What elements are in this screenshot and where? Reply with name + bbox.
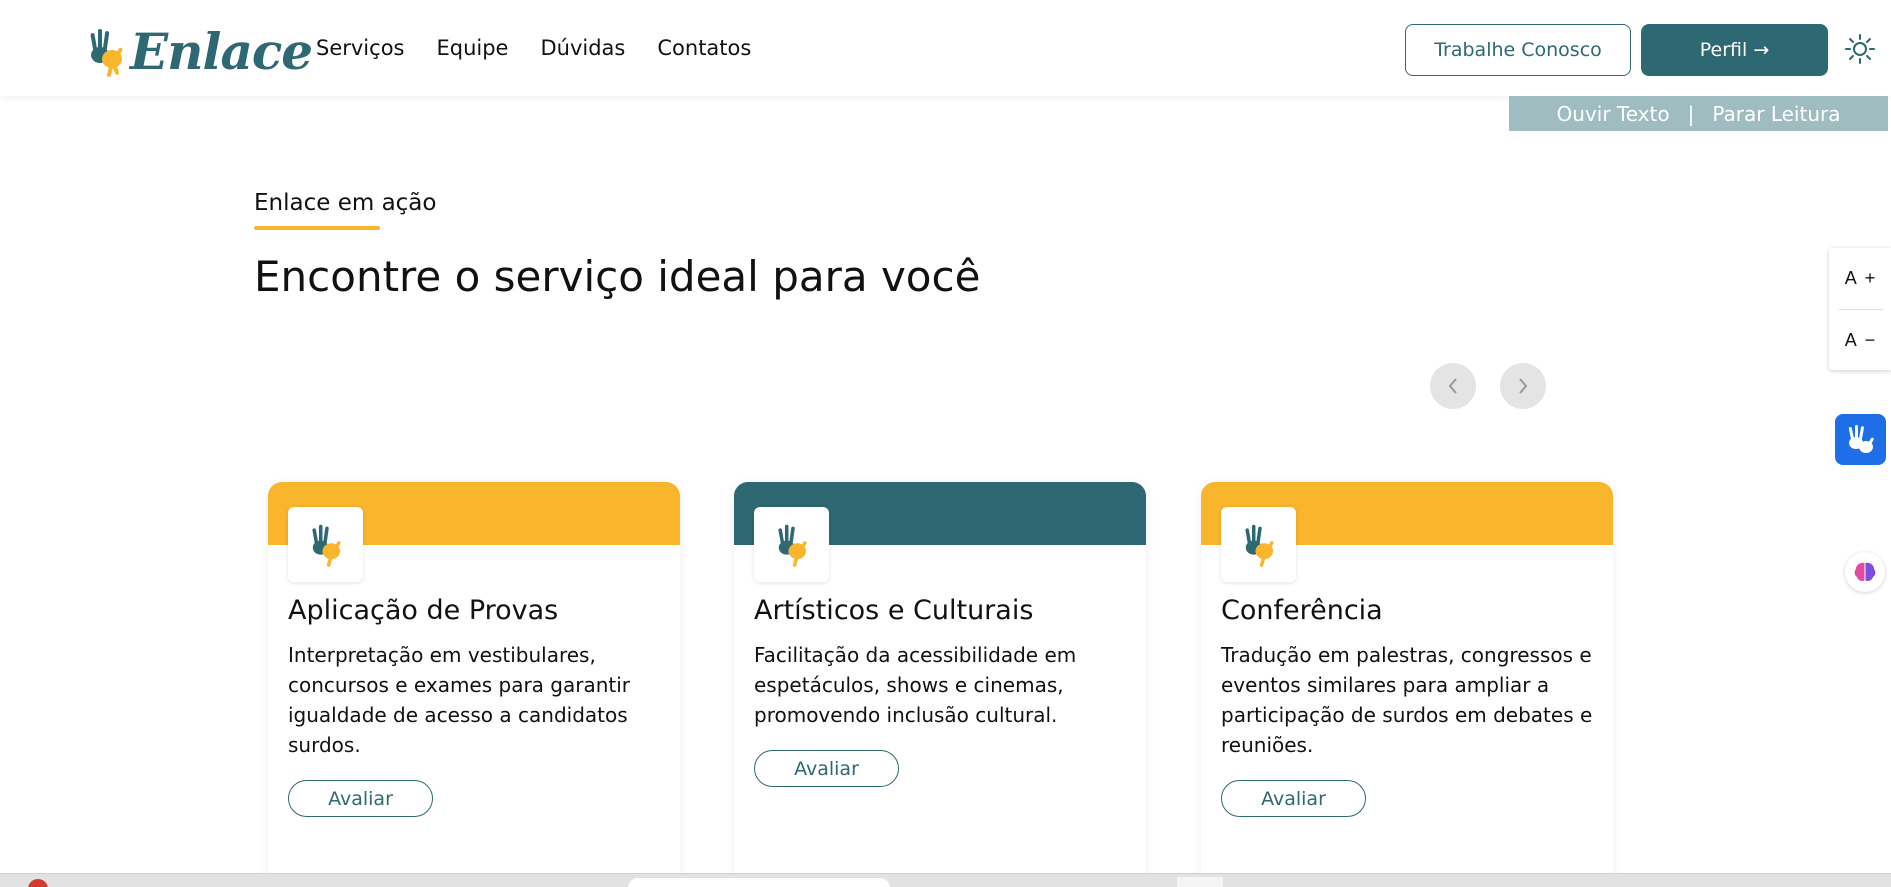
card-title: Artísticos e Culturais: [754, 595, 1034, 626]
carousel-prev-button[interactable]: [1430, 363, 1476, 409]
rate-button[interactable]: Avaliar: [288, 780, 433, 817]
sun-icon[interactable]: [1845, 34, 1875, 64]
card-description: Interpretação em vestibulares, concursos…: [288, 643, 631, 757]
sign-language-icon: [1848, 424, 1874, 453]
brain-icon: [1854, 562, 1876, 581]
tts-separator: |: [1687, 101, 1695, 126]
profile-button[interactable]: Perfil →: [1641, 24, 1828, 76]
hands-logo-icon: [311, 524, 341, 567]
decrease-font-letter: A: [1844, 329, 1857, 350]
carousel-next-button[interactable]: [1500, 363, 1546, 409]
listen-text-button[interactable]: Ouvir Texto: [1557, 102, 1670, 126]
taskbar-search[interactable]: [628, 878, 890, 887]
service-card: Conferência Tradução em palestras, congr…: [1201, 482, 1613, 887]
section-eyebrow: Enlace em ação: [254, 190, 437, 216]
hands-logo-icon: [1244, 524, 1274, 567]
taskbar-item[interactable]: [1177, 877, 1223, 887]
taskbar: [0, 873, 1891, 887]
rate-button[interactable]: Avaliar: [1221, 780, 1366, 817]
rate-button[interactable]: Avaliar: [754, 750, 899, 787]
card-logo: [1221, 507, 1296, 582]
nav-item-equipe[interactable]: Equipe: [436, 36, 508, 60]
hands-logo-icon: [777, 524, 807, 567]
card-description: Tradução em palestras, congressos e even…: [1221, 643, 1593, 757]
card-logo: [288, 507, 363, 582]
hands-logo-icon: [90, 29, 123, 77]
work-with-us-button[interactable]: Trabalhe Conosco: [1405, 24, 1631, 76]
chevron-left-icon: [1448, 378, 1457, 394]
cognitive-accessibility-button[interactable]: [1845, 552, 1885, 592]
card-title: Aplicação de Provas: [288, 595, 559, 626]
site-header: Enlace Serviços Equipe Dúvidas Contatos …: [0, 0, 1891, 96]
nav-item-duvidas[interactable]: Dúvidas: [540, 36, 625, 60]
plus-icon: +: [1864, 267, 1876, 288]
stop-reading-button[interactable]: Parar Leitura: [1712, 102, 1840, 126]
page-title: Encontre o serviço ideal para você: [254, 252, 981, 301]
logo-text: Enlace: [130, 22, 313, 81]
service-card: Aplicação de Provas Interpretação em ves…: [268, 482, 680, 887]
nav-item-contatos[interactable]: Contatos: [657, 36, 751, 60]
card-description: Facilitação da acessibilidade em espetác…: [754, 643, 1077, 727]
vlibras-button[interactable]: [1835, 414, 1886, 465]
logo[interactable]: Enlace: [86, 22, 313, 81]
chevron-right-icon: [1519, 378, 1528, 394]
main-nav: Serviços Equipe Dúvidas Contatos: [316, 36, 751, 60]
minus-icon: −: [1864, 329, 1876, 350]
card-title: Conferência: [1221, 595, 1383, 626]
app-icon[interactable]: [28, 879, 48, 887]
service-card: Artísticos e Culturais Facilitação da ac…: [734, 482, 1146, 887]
font-size-controls: A + A −: [1829, 248, 1891, 370]
increase-font-button[interactable]: A +: [1829, 248, 1891, 308]
eyebrow-underline: [254, 226, 380, 230]
card-logo: [754, 507, 829, 582]
text-to-speech-bar: Ouvir Texto | Parar Leitura: [1509, 96, 1888, 131]
nav-item-servicos[interactable]: Serviços: [316, 36, 404, 60]
decrease-font-button[interactable]: A −: [1829, 310, 1891, 370]
increase-font-letter: A: [1844, 267, 1857, 288]
